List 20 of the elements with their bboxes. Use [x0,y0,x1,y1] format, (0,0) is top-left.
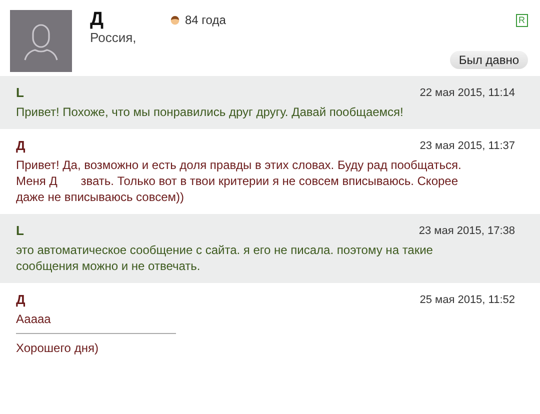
message-text: Привет! Да, возможно и есть доля правды в этих словах. Буду рад пообщаться. Меня Д звать. Только вот в твои критерии я не совсем вписываюсь. Скорее даже не вписываюсь совсем)) [16,157,462,205]
message-text: Хорошего дня) [16,340,98,356]
age-text: 84 года [185,13,226,27]
message-text: Ааааа [16,311,51,327]
message-date: 23 мая 2015, 11:37 [420,140,515,152]
message-author: Д [16,138,26,153]
message-author: Д [16,292,26,307]
profile-name: Д [90,9,105,31]
message-date: 25 мая 2015, 11:52 [420,294,515,306]
message-date: 22 мая 2015, 11:14 [420,86,515,98]
message-text: Привет! Похоже, что мы понравились друг другу. Давай пообщаемся! [16,104,404,120]
head-icon [170,15,180,25]
message-author: L [16,223,24,238]
r-badge: R [516,14,528,26]
status-pill: Был давно [450,51,528,69]
message-text: это автоматическое сообщение с сайта. я его не писала. поэтому на такие сообщения можно и не отвечать. [16,242,434,274]
message-author: L [16,85,24,100]
avatar-placeholder [10,10,72,72]
message-date: 23 мая 2015, 17:38 [418,224,515,236]
location-text: Россия, [90,30,136,45]
